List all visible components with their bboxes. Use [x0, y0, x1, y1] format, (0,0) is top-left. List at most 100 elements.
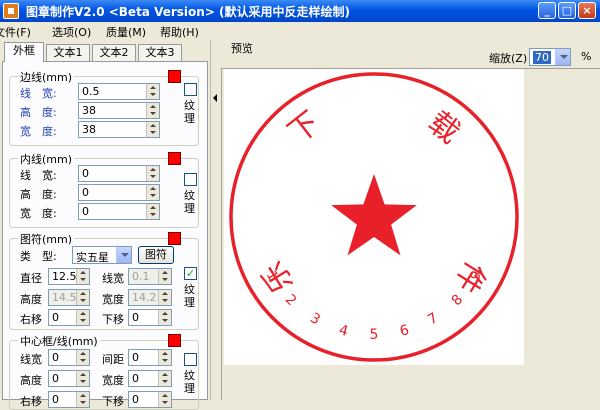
menu-bar: 文件(F) 选项(O) 质量(M) 帮助(H) [0, 22, 600, 40]
menu-options[interactable]: 选项(O) [52, 24, 91, 40]
symbol-line-width-input[interactable]: 0.1 [128, 268, 172, 285]
center-spacing-input[interactable]: 0 [128, 349, 172, 366]
symbol-diameter-input[interactable]: 12.5 [48, 268, 90, 285]
center-texture-checkbox[interactable] [184, 353, 197, 366]
zoom-select[interactable]: 70 [529, 48, 571, 66]
tab-text1[interactable]: 文本1 [46, 44, 90, 61]
border-texture-checkbox[interactable] [184, 83, 197, 96]
title-bar: 图章制作V2.0 <Beta Version> (默认采用中反走样绘制) _ □… [0, 0, 600, 22]
border-texture-label: 纹理 [184, 99, 195, 125]
center-spacing-label: 间距 [102, 353, 124, 366]
minimize-button[interactable]: _ [538, 2, 556, 19]
center-width-input[interactable]: 0 [128, 370, 172, 387]
menu-help[interactable]: 帮助(H) [160, 24, 199, 40]
center-texture-label: 纹理 [184, 369, 195, 395]
border-width-input[interactable]: 38 [78, 121, 160, 138]
chevron-down-icon[interactable] [555, 49, 570, 65]
stamp-digit: 2 [282, 292, 300, 310]
center-right-shift-label: 右移 [20, 395, 42, 408]
collapse-arrow-icon[interactable] [213, 94, 217, 102]
border-line-width-label: 线 宽: [20, 87, 57, 100]
inner-line-width-input[interactable]: 0 [78, 165, 160, 182]
symbol-type-label: 类 型: [20, 250, 57, 263]
center-width-label: 宽度 [102, 374, 124, 387]
border-line-width-input[interactable]: 0.5 [78, 83, 160, 100]
symbol-down-shift-label: 下移 [102, 313, 124, 326]
symbol-group: 图符(mm) 类 型: 实五星 图符 直径 12.5 线宽 0.1 高度 14.… [9, 231, 199, 330]
center-line-width-label: 线宽 [20, 353, 42, 366]
tab-text3[interactable]: 文本3 [138, 44, 182, 61]
menu-file[interactable]: 文件(F) [0, 24, 31, 40]
spin-buttons[interactable] [146, 122, 159, 137]
inner-height-input[interactable]: 0 [78, 184, 160, 201]
preview-canvas[interactable]: 下载乐件 123456789 [224, 69, 524, 365]
symbol-height-input[interactable]: 14.5 [48, 289, 90, 306]
spin-buttons[interactable] [146, 166, 159, 181]
border-height-input[interactable]: 38 [78, 102, 160, 119]
chevron-down-icon[interactable] [116, 247, 131, 263]
border-color-swatch[interactable] [168, 70, 181, 83]
center-frame-color-swatch[interactable] [168, 334, 181, 347]
spin-buttons[interactable] [76, 371, 89, 386]
preview-canvas-frame: 下载乐件 123456789 [221, 68, 600, 400]
spin-buttons[interactable] [146, 84, 159, 99]
spin-buttons[interactable] [146, 185, 159, 200]
stamp-digit: 7 [425, 310, 441, 328]
spin-buttons[interactable] [158, 371, 171, 386]
symbol-texture-checkbox[interactable]: ✓ [184, 267, 197, 280]
stamp-digit: 4 [337, 322, 350, 340]
center-height-label: 高度 [20, 374, 42, 387]
symbol-texture-label: 纹理 [184, 283, 195, 309]
symbol-right-shift-input[interactable]: 0 [48, 309, 90, 326]
center-line-width-input[interactable]: 0 [48, 349, 90, 366]
inner-texture-checkbox[interactable] [184, 173, 197, 186]
inner-width-input[interactable]: 0 [78, 203, 160, 220]
window-title: 图章制作V2.0 <Beta Version> (默认采用中反走样绘制) [26, 5, 351, 19]
spin-buttons[interactable] [158, 310, 171, 325]
spin-buttons[interactable] [146, 204, 159, 219]
symbol-color-swatch[interactable] [168, 232, 181, 245]
symbol-group-title: 图符(mm) [18, 231, 75, 247]
close-button[interactable]: × [578, 2, 596, 19]
stamp-digit: 3 [307, 310, 323, 328]
spin-buttons[interactable] [158, 350, 171, 365]
center-height-input[interactable]: 0 [48, 370, 90, 387]
zoom-unit: % [581, 50, 592, 63]
maximize-button[interactable]: □ [558, 2, 576, 19]
spin-buttons[interactable] [146, 103, 159, 118]
spin-buttons[interactable] [76, 290, 89, 305]
border-group-title: 边线(mm) [18, 69, 75, 85]
inner-height-label: 高 度: [20, 188, 57, 201]
tab-text2[interactable]: 文本2 [92, 44, 136, 61]
inner-line-group-title: 内线(mm) [18, 151, 75, 167]
app-icon [3, 3, 19, 19]
symbol-width-label: 宽度 [102, 293, 124, 306]
stamp-star-symbol [331, 174, 417, 256]
symbol-type-select[interactable]: 实五星 [72, 246, 132, 264]
inner-width-label: 宽 度: [20, 207, 57, 220]
spin-buttons[interactable] [158, 290, 171, 305]
symbol-width-input[interactable]: 14.2 [128, 289, 172, 306]
spin-buttons[interactable] [76, 269, 89, 284]
symbol-down-shift-input[interactable]: 0 [128, 309, 172, 326]
symbol-height-label: 高度 [20, 293, 42, 306]
spin-buttons[interactable] [76, 310, 89, 325]
spin-buttons[interactable] [76, 350, 89, 365]
inner-line-width-label: 线 宽: [20, 169, 57, 182]
preview-panel: 预览 缩放(Z) 70 % 下载乐件 123456789 [219, 40, 600, 400]
spin-buttons[interactable] [158, 269, 171, 284]
tab-outer-frame[interactable]: 外框 [4, 42, 44, 62]
menu-quality[interactable]: 质量(M) [106, 24, 146, 40]
symbol-right-shift-label: 右移 [20, 313, 42, 326]
stamp-digit: 5 [370, 327, 379, 343]
tab-page-outer-frame: 边线(mm) 线 宽: 0.5 高 度: 38 宽 度: 38 纹理 内线(mm… [2, 61, 208, 410]
stamp-digit: 8 [449, 292, 467, 310]
settings-panel: 外框 文本1 文本2 文本3 边线(mm) 线 宽: 0.5 高 度: 38 宽… [0, 40, 210, 410]
symbol-line-width-label: 线宽 [102, 272, 124, 285]
symbol-button[interactable]: 图符 [138, 246, 174, 264]
border-height-label: 高 度: [20, 106, 57, 119]
inner-line-color-swatch[interactable] [168, 152, 181, 165]
panel-splitter[interactable] [210, 40, 219, 400]
stamp-char: 载 [421, 105, 466, 151]
border-group: 边线(mm) 线 宽: 0.5 高 度: 38 宽 度: 38 纹理 [9, 69, 199, 146]
